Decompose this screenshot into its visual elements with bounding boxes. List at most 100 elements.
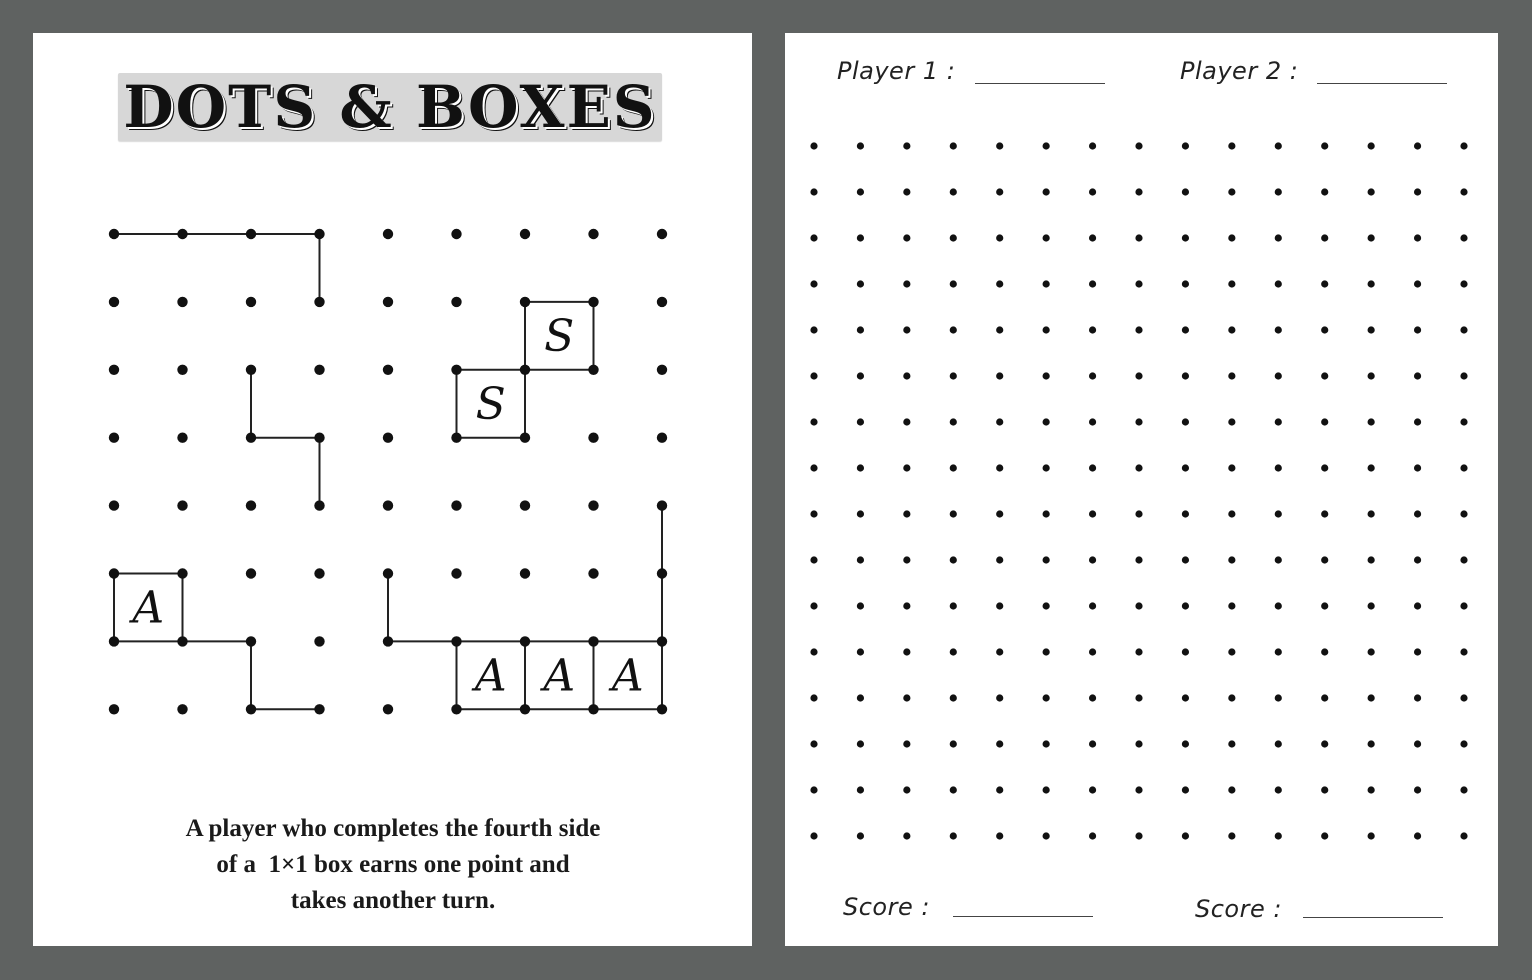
- grid-dot[interactable]: [1088, 234, 1097, 242]
- grid-dot[interactable]: [856, 740, 865, 748]
- grid-dot[interactable]: [856, 280, 865, 288]
- grid-dot[interactable]: [949, 740, 957, 748]
- grid-dot[interactable]: [1228, 786, 1236, 794]
- grid-dot[interactable]: [1181, 510, 1190, 518]
- grid-dot[interactable]: [949, 234, 957, 242]
- grid-dot[interactable]: [1135, 602, 1143, 610]
- grid-dot[interactable]: [856, 372, 865, 380]
- grid-dot[interactable]: [903, 556, 911, 564]
- grid-dot[interactable]: [1367, 188, 1375, 196]
- grid-dot[interactable]: [1460, 832, 1468, 840]
- grid-dot[interactable]: [949, 326, 957, 334]
- grid-dot[interactable]: [949, 648, 957, 656]
- grid-dot[interactable]: [949, 832, 957, 840]
- grid-dot[interactable]: [1367, 418, 1375, 426]
- grid-dot[interactable]: [996, 464, 1004, 472]
- grid-dot[interactable]: [1460, 280, 1468, 288]
- grid-dot[interactable]: [903, 694, 911, 702]
- grid-dot[interactable]: [1042, 740, 1050, 748]
- grid-dot[interactable]: [996, 372, 1004, 380]
- grid-dot[interactable]: [1228, 602, 1236, 610]
- grid-dot[interactable]: [810, 510, 818, 518]
- grid-dot[interactable]: [810, 234, 818, 242]
- grid-dot[interactable]: [1228, 648, 1236, 656]
- grid-dot[interactable]: [1135, 142, 1143, 150]
- grid-dot[interactable]: [1088, 372, 1097, 380]
- grid-dot[interactable]: [1460, 188, 1468, 196]
- grid-dot[interactable]: [1088, 694, 1097, 702]
- grid-dot[interactable]: [1135, 556, 1143, 564]
- grid-dot[interactable]: [996, 418, 1004, 426]
- grid-dot[interactable]: [1413, 832, 1422, 840]
- grid-dot[interactable]: [1460, 372, 1468, 380]
- grid-dot[interactable]: [1367, 648, 1375, 656]
- grid-dot[interactable]: [996, 326, 1004, 334]
- grid-dot[interactable]: [1181, 280, 1190, 288]
- grid-dot[interactable]: [1274, 326, 1282, 334]
- grid-dot[interactable]: [1274, 786, 1282, 794]
- grid-dot[interactable]: [1460, 648, 1468, 656]
- grid-dot[interactable]: [1413, 786, 1422, 794]
- grid-dot[interactable]: [1367, 372, 1375, 380]
- grid-dot[interactable]: [996, 832, 1004, 840]
- grid-dot[interactable]: [1228, 188, 1236, 196]
- grid-dot[interactable]: [1181, 372, 1190, 380]
- grid-dot[interactable]: [1042, 832, 1050, 840]
- grid-dot[interactable]: [903, 464, 911, 472]
- grid-dot[interactable]: [1413, 602, 1422, 610]
- grid-dot[interactable]: [1413, 556, 1422, 564]
- grid-dot[interactable]: [1042, 786, 1050, 794]
- grid-dot[interactable]: [856, 648, 865, 656]
- grid-dot[interactable]: [1321, 510, 1329, 518]
- grid-dot[interactable]: [1460, 694, 1468, 702]
- grid-dot[interactable]: [1321, 234, 1329, 242]
- grid-dot[interactable]: [1460, 602, 1468, 610]
- grid-dot[interactable]: [903, 234, 911, 242]
- grid-dot[interactable]: [856, 234, 865, 242]
- grid-dot[interactable]: [903, 648, 911, 656]
- grid-dot[interactable]: [903, 418, 911, 426]
- grid-dot[interactable]: [856, 694, 865, 702]
- grid-dot[interactable]: [1042, 142, 1050, 150]
- grid-dot[interactable]: [1321, 326, 1329, 334]
- grid-dot[interactable]: [1042, 694, 1050, 702]
- grid-dot[interactable]: [1042, 464, 1050, 472]
- grid-dot[interactable]: [1274, 510, 1282, 518]
- grid-dot[interactable]: [903, 510, 911, 518]
- grid-dot[interactable]: [856, 786, 865, 794]
- grid-dot[interactable]: [1413, 694, 1422, 702]
- grid-dot[interactable]: [1367, 694, 1375, 702]
- grid-dot[interactable]: [1460, 464, 1468, 472]
- grid-dot[interactable]: [949, 556, 957, 564]
- grid-dot[interactable]: [1135, 234, 1143, 242]
- grid-dot[interactable]: [1413, 234, 1422, 242]
- grid-dot[interactable]: [1181, 694, 1190, 702]
- grid-dot[interactable]: [1274, 832, 1282, 840]
- grid-dot[interactable]: [1413, 372, 1422, 380]
- grid-dot[interactable]: [1321, 372, 1329, 380]
- grid-dot[interactable]: [810, 372, 818, 380]
- grid-dot[interactable]: [856, 832, 865, 840]
- grid-dot[interactable]: [996, 142, 1004, 150]
- grid-dot[interactable]: [1042, 372, 1050, 380]
- grid-dot[interactable]: [996, 188, 1004, 196]
- grid-dot[interactable]: [810, 280, 818, 288]
- grid-dot[interactable]: [1088, 556, 1097, 564]
- grid-dot[interactable]: [1088, 418, 1097, 426]
- grid-dot[interactable]: [1367, 142, 1375, 150]
- grid-dot[interactable]: [1228, 510, 1236, 518]
- grid-dot[interactable]: [856, 556, 865, 564]
- grid-dot[interactable]: [949, 280, 957, 288]
- grid-dot[interactable]: [1228, 832, 1236, 840]
- grid-dot[interactable]: [856, 510, 865, 518]
- grid-dot[interactable]: [1460, 326, 1468, 334]
- grid-dot[interactable]: [1274, 740, 1282, 748]
- grid-dot[interactable]: [1228, 326, 1236, 334]
- grid-dot[interactable]: [1228, 464, 1236, 472]
- grid-dot[interactable]: [810, 556, 818, 564]
- grid-dot[interactable]: [1228, 142, 1236, 150]
- grid-dot[interactable]: [1274, 648, 1282, 656]
- grid-dot[interactable]: [996, 602, 1004, 610]
- grid-dot[interactable]: [1135, 188, 1143, 196]
- grid-dot[interactable]: [1367, 510, 1375, 518]
